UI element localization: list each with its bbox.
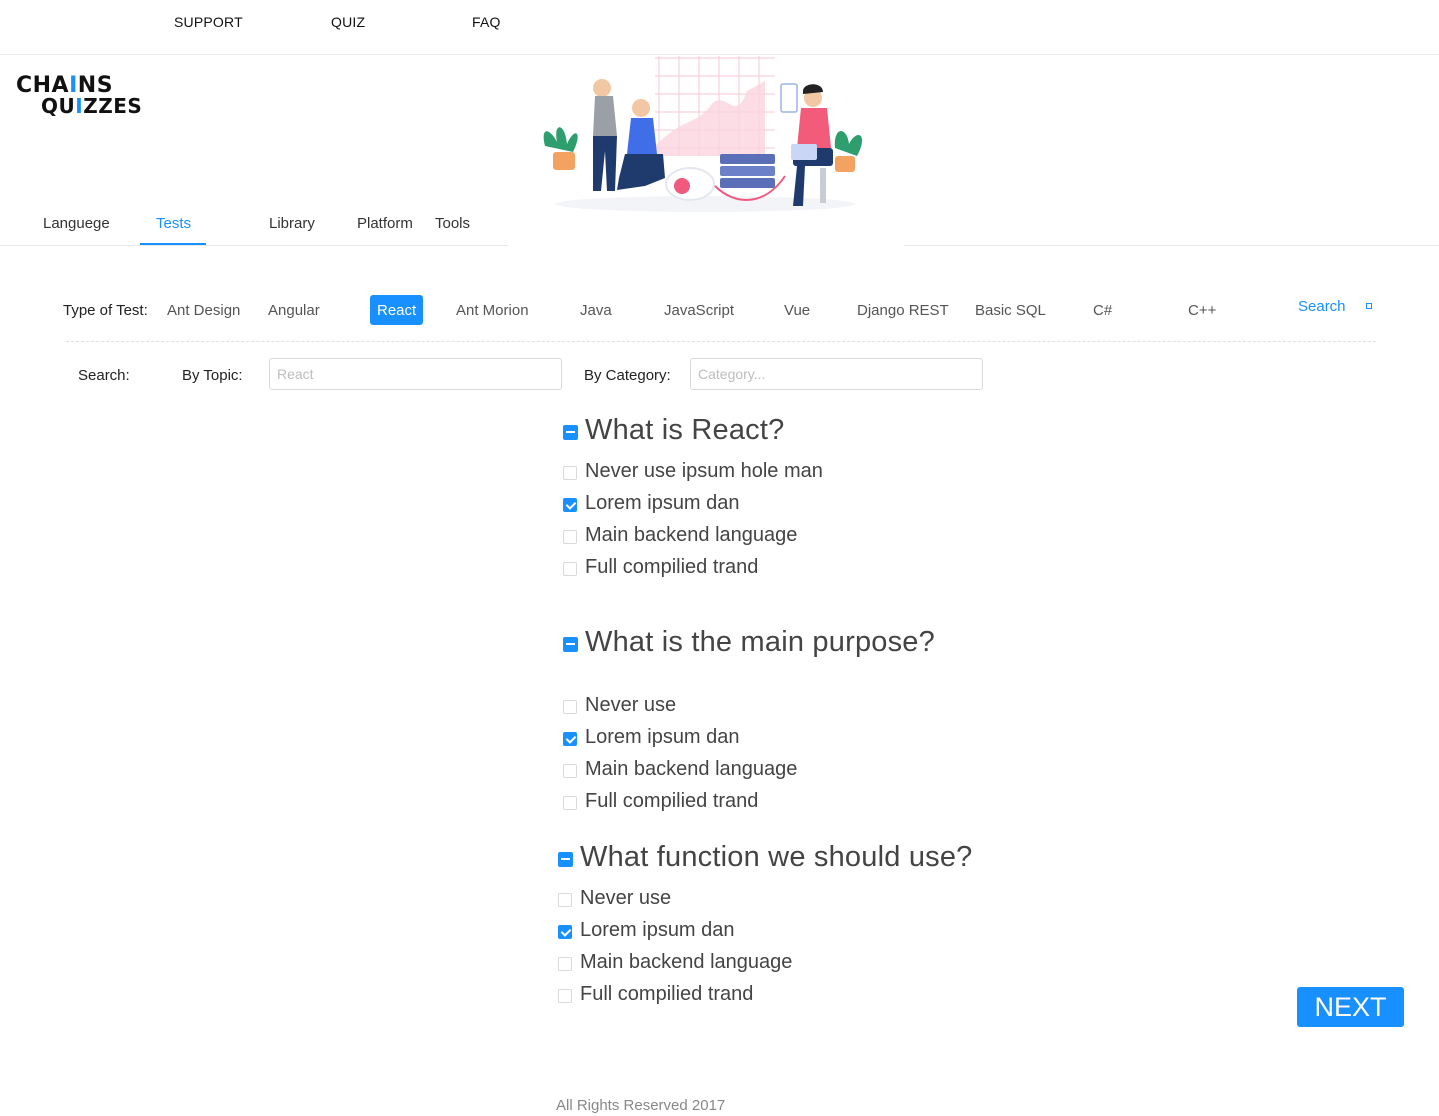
- divider: [904, 245, 1439, 246]
- answer-text: Lorem ipsum dan: [585, 492, 740, 514]
- answer-checkbox[interactable]: [558, 957, 572, 971]
- answer-checkbox[interactable]: [563, 562, 577, 576]
- person1-head: [593, 79, 611, 97]
- top-navigation: SUPPORT QUIZ FAQ: [0, 0, 1439, 55]
- type-tag-django-rest[interactable]: Django REST: [857, 302, 949, 319]
- answer-checkbox[interactable]: [558, 925, 572, 939]
- category-label: By Category:: [584, 367, 671, 384]
- device-light: [674, 178, 690, 194]
- answer-checkbox[interactable]: [558, 893, 572, 907]
- answer-text: Main backend language: [580, 951, 793, 973]
- plant-left: [543, 127, 578, 152]
- answer-text: Full compilied trand: [580, 983, 754, 1005]
- logo-text-4: QU: [41, 94, 76, 118]
- topic-input[interactable]: [269, 358, 562, 390]
- answer-text: Full compilied trand: [585, 790, 759, 812]
- logo[interactable]: CHAINS QUIZZES: [16, 75, 143, 118]
- server-3: [720, 178, 775, 188]
- collapse-icon[interactable]: [563, 637, 578, 652]
- nav-link-support[interactable]: SUPPORT: [174, 14, 243, 30]
- type-tag-java[interactable]: Java: [580, 302, 612, 319]
- answer-checkbox[interactable]: [563, 466, 577, 480]
- category-tabs: Languege Tests Library Platform Tools: [0, 200, 1439, 246]
- answer-checkbox[interactable]: [563, 700, 577, 714]
- plant-right: [834, 130, 863, 156]
- dashed-divider: [66, 341, 1376, 342]
- pot-left: [553, 152, 575, 170]
- answer-checkbox[interactable]: [563, 764, 577, 778]
- logo-text-5: I: [75, 94, 84, 118]
- laptop: [791, 144, 817, 160]
- answer-text: Lorem ipsum dan: [585, 726, 740, 748]
- answer-checkbox[interactable]: [563, 732, 577, 746]
- answer-text: Never use: [580, 887, 672, 909]
- server-1: [720, 154, 775, 164]
- nav-link-quiz[interactable]: QUIZ: [331, 14, 365, 30]
- question-title: What function we should use?: [580, 841, 973, 873]
- tab-languege[interactable]: Languege: [43, 215, 110, 232]
- chart-area: [655, 81, 765, 156]
- next-button[interactable]: NEXT: [1297, 987, 1404, 1027]
- answer-text: Never use: [585, 694, 677, 716]
- type-tag-basic-sql[interactable]: Basic SQL: [975, 302, 1046, 319]
- type-tag-ant-design[interactable]: Ant Design: [167, 302, 240, 319]
- tab-platform[interactable]: Platform: [357, 215, 413, 232]
- question-title: What is the main purpose?: [585, 626, 935, 658]
- stool: [820, 168, 826, 203]
- answer-text: Full compilied trand: [585, 556, 759, 578]
- type-tag-angular[interactable]: Angular: [268, 302, 320, 319]
- expand-icon[interactable]: [1366, 303, 1372, 309]
- phone-card: [780, 83, 798, 113]
- nav-link-faq[interactable]: FAQ: [472, 14, 501, 30]
- type-tag-ant-morion[interactable]: Ant Morion: [456, 302, 529, 319]
- collapse-icon[interactable]: [563, 425, 578, 440]
- server-2: [720, 166, 775, 176]
- answer-text: Never use ipsum hole man: [585, 460, 823, 482]
- footer-copyright: All Rights Reserved 2017: [556, 1097, 726, 1114]
- hero-illustration: [543, 56, 863, 212]
- logo-text-6: ZZES: [83, 94, 143, 118]
- type-tag-javascript[interactable]: JavaScript: [664, 302, 734, 319]
- answer-checkbox[interactable]: [563, 530, 577, 544]
- person1-legs: [593, 136, 617, 191]
- search-label: Search:: [78, 367, 130, 384]
- tab-tools[interactable]: Tools: [435, 215, 470, 232]
- collapse-icon[interactable]: [558, 852, 573, 867]
- person2-body: [627, 118, 657, 154]
- person2-head: [632, 99, 650, 117]
- type-tag-react[interactable]: React: [370, 295, 424, 325]
- type-tag-cpp[interactable]: C++: [1188, 302, 1216, 319]
- type-label: Type of Test:: [63, 302, 148, 319]
- person3-body: [797, 108, 831, 148]
- answer-checkbox[interactable]: [563, 498, 577, 512]
- type-tag-vue[interactable]: Vue: [784, 302, 810, 319]
- answer-text: Main backend language: [585, 758, 798, 780]
- category-input[interactable]: [690, 358, 983, 390]
- type-tag-csharp[interactable]: C#: [1093, 302, 1112, 319]
- answer-checkbox[interactable]: [563, 796, 577, 810]
- test-type-filter: Type of Test: Ant Design Angular React A…: [0, 290, 1439, 330]
- tab-tests[interactable]: Tests: [156, 215, 191, 232]
- divider: [0, 245, 508, 246]
- question-title: What is React?: [585, 414, 785, 446]
- person2-legs: [617, 154, 665, 190]
- answer-text: Lorem ipsum dan: [580, 919, 735, 941]
- topic-label: By Topic:: [182, 367, 243, 384]
- answer-checkbox[interactable]: [558, 989, 572, 1003]
- person1-body: [593, 96, 617, 136]
- answer-text: Main backend language: [585, 524, 798, 546]
- tab-library[interactable]: Library: [269, 215, 315, 232]
- search-link[interactable]: Search: [1298, 298, 1346, 315]
- pot-right: [835, 156, 855, 172]
- device: [665, 167, 715, 201]
